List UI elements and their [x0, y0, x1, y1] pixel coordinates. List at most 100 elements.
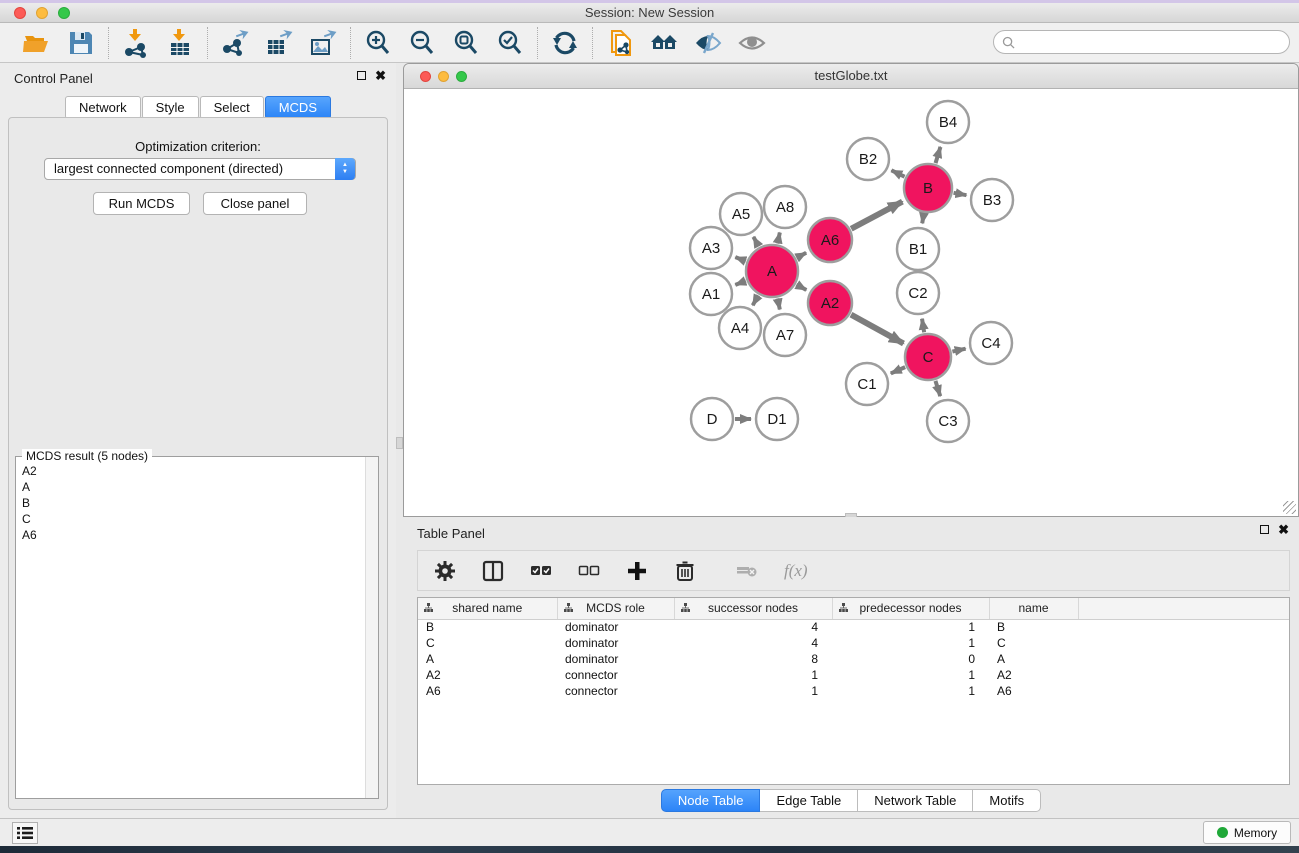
mcds-result-item[interactable]: A6 — [16, 527, 364, 543]
export-network-icon[interactable] — [220, 28, 250, 58]
houses-icon[interactable] — [649, 28, 679, 58]
gear-icon[interactable] — [434, 560, 456, 582]
graph-node-label: A3 — [702, 240, 720, 257]
graph-edge-B-B2[interactable] — [891, 170, 904, 176]
graph-edge-A-A2[interactable] — [797, 285, 807, 290]
graph-edge-C-C2[interactable] — [922, 319, 924, 333]
close-window-button[interactable] — [14, 7, 26, 19]
tab-edge-table[interactable]: Edge Table — [760, 789, 858, 812]
split-columns-icon[interactable] — [482, 560, 504, 582]
tab-node-table[interactable]: Node Table — [661, 789, 761, 812]
zoom-out-icon[interactable] — [407, 28, 437, 58]
open-session-icon[interactable] — [22, 28, 52, 58]
table-row[interactable]: Adominator80A — [418, 651, 1289, 667]
column-namespace-icon — [839, 603, 848, 612]
graph-edge-B-B1[interactable] — [922, 214, 924, 224]
tab-network[interactable]: Network — [65, 96, 141, 119]
table-cell: A6 — [989, 683, 1078, 699]
memory-label: Memory — [1234, 826, 1277, 840]
close-network-button[interactable] — [420, 71, 431, 82]
mcds-result-item[interactable]: B — [16, 495, 364, 511]
column-namespace-icon — [424, 603, 433, 612]
column-header-successor-nodes[interactable]: successor nodes — [674, 598, 832, 619]
search-input[interactable] — [1020, 35, 1289, 49]
eye-icon[interactable] — [737, 28, 767, 58]
graph-edge-C-C4[interactable] — [952, 349, 965, 352]
zoom-fit-icon[interactable] — [451, 28, 481, 58]
delete-table-icon — [736, 560, 758, 582]
network-document-icon[interactable] — [605, 28, 635, 58]
column-header-shared-name[interactable]: shared name — [418, 598, 557, 619]
graph-edge-B-B4[interactable] — [936, 147, 941, 163]
zoom-in-icon[interactable] — [363, 28, 393, 58]
search-box[interactable] — [993, 30, 1290, 54]
criterion-select[interactable]: largest connected component (directed) ▲… — [44, 158, 356, 180]
graph-edge-A-A6[interactable] — [797, 253, 806, 258]
graph-edge-C-C1[interactable] — [891, 367, 905, 373]
table-row[interactable]: A6connector11A6 — [418, 683, 1289, 699]
graph-edge-A-A5[interactable] — [753, 237, 758, 247]
table-row[interactable]: Bdominator41B — [418, 619, 1289, 635]
control-panel-tabs: NetworkStyleSelectMCDS — [0, 96, 396, 119]
memory-button[interactable]: Memory — [1203, 821, 1291, 844]
minimize-window-button[interactable] — [36, 7, 48, 19]
column-header-MCDS-role[interactable]: MCDS role — [557, 598, 674, 619]
scrollbar-track[interactable] — [365, 457, 378, 798]
graph-node-label: A6 — [821, 232, 839, 249]
tab-style[interactable]: Style — [142, 96, 199, 119]
graph-node-label: C1 — [857, 376, 876, 393]
import-network-icon[interactable] — [121, 28, 151, 58]
graph-edge-A6-B[interactable] — [851, 202, 902, 229]
graph-edge-A-A7[interactable] — [778, 298, 780, 309]
import-table-icon[interactable] — [165, 28, 195, 58]
task-history-button[interactable] — [12, 822, 38, 844]
save-session-icon[interactable] — [66, 28, 96, 58]
graph-edge-A-A3[interactable] — [735, 257, 745, 261]
network-canvas[interactable]: B4B2BB3A8A5A6A3B1AC2A1A2A4A7C4CC1DD1C3 — [405, 90, 1297, 516]
table-row[interactable]: Cdominator41C — [418, 635, 1289, 651]
float-panel-icon[interactable] — [1260, 525, 1269, 534]
zoom-selected-icon[interactable] — [495, 28, 525, 58]
window-resize-grip[interactable] — [1283, 501, 1296, 514]
graph-edge-A-A8[interactable] — [778, 232, 780, 243]
table-row[interactable]: A2connector11A2 — [418, 667, 1289, 683]
graph-edge-A-A4[interactable] — [753, 295, 759, 305]
trash-icon[interactable] — [674, 560, 696, 582]
mcds-result-item[interactable]: A — [16, 479, 364, 495]
column-header-name[interactable]: name — [989, 598, 1078, 619]
graph-edge-C-C3[interactable] — [935, 381, 940, 396]
tab-motifs[interactable]: Motifs — [973, 789, 1041, 812]
zoom-network-button[interactable] — [456, 71, 467, 82]
mcds-result-item[interactable]: C — [16, 511, 364, 527]
tab-network-table[interactable]: Network Table — [858, 789, 973, 812]
table-cell: A2 — [989, 667, 1078, 683]
export-image-icon[interactable] — [308, 28, 338, 58]
graph-node-label: C3 — [938, 413, 957, 430]
unchecked-boxes-icon[interactable] — [578, 560, 600, 582]
vertical-splitter-handle[interactable] — [396, 437, 403, 449]
graph-edge-B-B3[interactable] — [954, 193, 967, 195]
close-panel-icon[interactable]: ✖ — [1278, 525, 1289, 534]
tab-select[interactable]: Select — [200, 96, 264, 119]
zoom-window-button[interactable] — [58, 7, 70, 19]
graph-edge-A2-C[interactable] — [851, 315, 903, 344]
graph-edge-A-A1[interactable] — [735, 281, 745, 285]
table-panel-title: Table Panel — [417, 526, 485, 541]
float-panel-icon[interactable] — [357, 71, 366, 80]
run-mcds-button[interactable]: Run MCDS — [93, 192, 190, 215]
eye-slash-icon[interactable] — [693, 28, 723, 58]
mcds-result-title: MCDS result (5 nodes) — [22, 449, 152, 463]
refresh-layout-icon[interactable] — [550, 28, 580, 58]
close-panel-icon[interactable]: ✖ — [375, 71, 386, 80]
checked-boxes-icon[interactable] — [530, 560, 552, 582]
mcds-result-item[interactable]: A2 — [16, 463, 364, 479]
graph-node-label: B2 — [859, 151, 877, 168]
tab-mcds[interactable]: MCDS — [265, 96, 331, 119]
minimize-network-button[interactable] — [438, 71, 449, 82]
network-window-titlebar[interactable]: testGlobe.txt — [404, 64, 1298, 89]
close-panel-button[interactable]: Close panel — [203, 192, 307, 215]
plus-icon[interactable] — [626, 560, 648, 582]
column-header-predecessor-nodes[interactable]: predecessor nodes — [832, 598, 989, 619]
mcds-tab-content: Optimization criterion: largest connecte… — [8, 117, 388, 810]
export-table-icon[interactable] — [264, 28, 294, 58]
